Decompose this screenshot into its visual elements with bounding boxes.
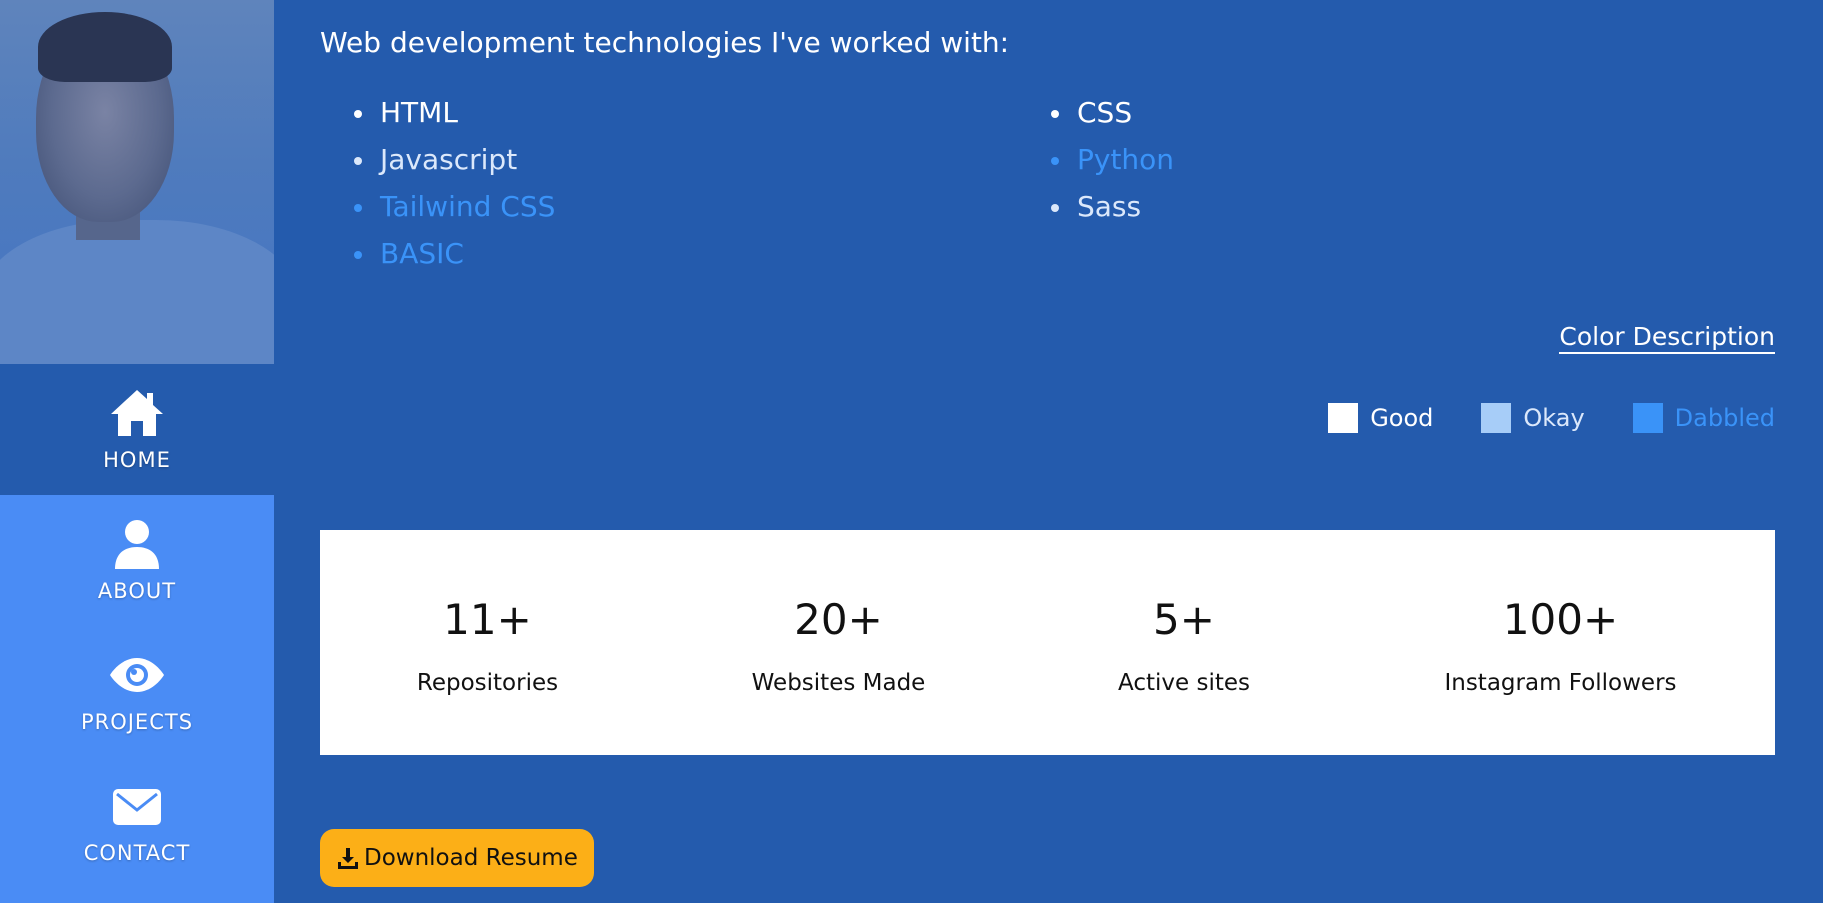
tech-item: Python <box>1051 136 1174 183</box>
nav-about-label: ABOUT <box>97 578 177 603</box>
sidebar: HOME ABOUT PROJECTS CONTACT <box>0 0 274 903</box>
envelope-icon <box>113 788 161 825</box>
stat-label: Active sites <box>1118 670 1250 696</box>
stat-value: 20+ <box>794 595 883 644</box>
download-resume-button[interactable]: Download Resume <box>320 829 594 887</box>
legend-item-dabbled: Dabbled <box>1632 403 1775 433</box>
tech-item: HTML <box>354 89 555 136</box>
legend-swatch <box>1328 403 1359 433</box>
stat-repositories: 11+ Repositories <box>320 530 655 755</box>
stat-value: 11+ <box>443 595 532 644</box>
stat-active-sites: 5+ Active sites <box>1022 530 1346 755</box>
stat-instagram: 100+ Instagram Followers <box>1346 530 1775 755</box>
tech-item: Javascript <box>354 136 555 183</box>
legend-swatch <box>1481 403 1512 433</box>
stat-websites: 20+ Websites Made <box>655 530 1022 755</box>
home-icon <box>111 389 163 436</box>
tech-list-right: CSS Python Sass <box>1051 89 1174 230</box>
stats-panel: 11+ Repositories 20+ Websites Made 5+ Ac… <box>320 530 1775 755</box>
stat-label: Repositories <box>416 670 559 696</box>
nav-contact-label: CONTACT <box>83 840 191 865</box>
nav-home[interactable]: HOME <box>0 364 274 495</box>
stat-label: Instagram Followers <box>1444 670 1677 696</box>
avatar <box>0 0 274 364</box>
tech-item: BASIC <box>354 230 555 277</box>
nav-about[interactable]: ABOUT <box>0 495 274 626</box>
nav-home-label: HOME <box>103 447 171 472</box>
tech-item: Tailwind CSS <box>354 183 555 230</box>
nav-projects-label: PROJECTS <box>80 709 194 734</box>
legend-label: Okay <box>1523 404 1585 432</box>
nav-projects[interactable]: PROJECTS <box>0 626 274 757</box>
stat-label: Websites Made <box>751 670 926 696</box>
legend-item-good: Good <box>1328 403 1433 433</box>
eye-icon <box>110 657 164 692</box>
legend-label: Dabbled <box>1674 404 1775 432</box>
tech-list-left: HTML Javascript Tailwind CSS BASIC <box>354 89 555 277</box>
tech-item: CSS <box>1051 89 1174 136</box>
download-resume-label: Download Resume <box>364 845 578 871</box>
download-icon <box>338 848 358 869</box>
stat-value: 100+ <box>1502 595 1619 644</box>
tech-heading: Web development technologies I've worked… <box>320 26 1010 59</box>
nav-contact[interactable]: CONTACT <box>0 757 274 888</box>
legend-swatch <box>1632 403 1663 433</box>
stat-value: 5+ <box>1153 595 1215 644</box>
color-description-link[interactable]: Color Description <box>1559 322 1775 354</box>
user-icon <box>115 519 159 569</box>
legend-item-okay: Okay <box>1481 403 1585 433</box>
color-legend: Good Okay Dabbled <box>1280 403 1775 433</box>
legend-label: Good <box>1370 404 1434 432</box>
tech-item: Sass <box>1051 183 1174 230</box>
